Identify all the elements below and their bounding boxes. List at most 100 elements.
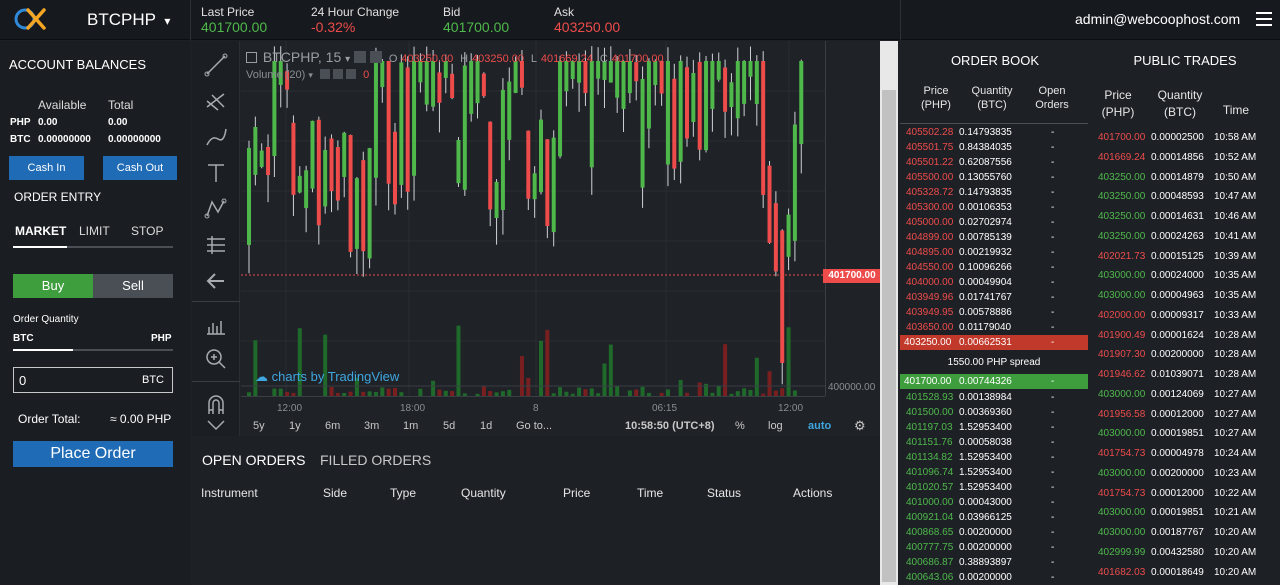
cash-in-button[interactable]: Cash In <box>9 156 84 180</box>
order-book-bid-row[interactable]: 400686.87 0.38893897 - <box>900 555 1088 570</box>
order-book-bid-row[interactable]: 401528.93 0.00138984 - <box>900 390 1088 405</box>
order-book-ask-row[interactable]: 405328.72 0.14793835 - <box>900 185 1088 200</box>
range-1y[interactable]: 1y <box>289 420 301 432</box>
public-trade-row[interactable]: 403000.00 0.00004963 10:35 AM <box>1090 288 1280 303</box>
public-trade-row[interactable]: 401754.73 0.00004978 10:24 AM <box>1090 446 1280 461</box>
tab-open-orders[interactable]: OPEN ORDERS <box>202 452 305 468</box>
public-trade-row[interactable]: 401907.30 0.00200000 10:28 AM <box>1090 347 1280 362</box>
order-book-bid-row[interactable]: 400868.65 0.00200000 - <box>900 525 1088 540</box>
volume-label[interactable]: Volume (20) <box>246 69 305 81</box>
prediction-tool-icon[interactable] <box>204 233 228 257</box>
public-trade-row[interactable]: 403000.00 0.00019851 10:21 AM <box>1090 505 1280 520</box>
order-book-bid-row[interactable]: 401500.00 0.00369360 - <box>900 405 1088 420</box>
tab-stop[interactable]: STOP <box>131 224 163 238</box>
order-book-ask-row[interactable]: 404895.00 0.00219932 - <box>900 245 1088 260</box>
order-book-bid-row[interactable]: 401096.74 1.52953400 - <box>900 465 1088 480</box>
auto-scale-toggle[interactable]: auto <box>808 420 831 432</box>
range-3m[interactable]: 3m <box>364 420 379 432</box>
order-book-ask-row[interactable]: 404000.00 0.00049904 - <box>900 275 1088 290</box>
public-trade-row[interactable]: 403250.00 0.00048593 10:47 AM <box>1090 189 1280 204</box>
public-trade-row[interactable]: 401700.00 0.00002500 10:58 AM <box>1090 130 1280 145</box>
order-book-best-ask-row[interactable]: 403250.00 0.00662531 - <box>900 335 1088 350</box>
public-trade-row[interactable]: 402000.00 0.00009317 10:33 AM <box>1090 308 1280 323</box>
order-book-bid-row[interactable]: 401134.82 1.52953400 - <box>900 450 1088 465</box>
settings-box-icon[interactable] <box>319 69 330 79</box>
measure-icon[interactable] <box>204 313 228 337</box>
order-book-ask-row[interactable]: 403949.95 0.00578886 - <box>900 305 1088 320</box>
tab-limit[interactable]: LIMIT <box>79 224 110 238</box>
order-book-ask-row[interactable]: 405000.00 0.02702974 - <box>900 215 1088 230</box>
order-book-ask-row[interactable]: 405500.00 0.13055760 - <box>900 170 1088 185</box>
order-quantity-input[interactable]: 0 BTC <box>13 367 173 393</box>
order-book-bid-row[interactable]: 401151.76 0.00058038 - <box>900 435 1088 450</box>
zoom-in-icon[interactable] <box>204 347 228 371</box>
order-book-best-bid-row[interactable]: 401700.00 0.00744326 - <box>900 374 1088 389</box>
text-tool-icon[interactable] <box>204 161 228 185</box>
eye-box-icon[interactable] <box>333 69 344 79</box>
tradingview-watermark[interactable]: ☁ charts by TradingView <box>255 369 399 385</box>
chart-symbol-icon[interactable] <box>246 52 257 63</box>
price-scale[interactable]: 401700.00 400000.00 <box>823 41 881 396</box>
public-trade-row[interactable]: 403000.00 0.00187767 10:20 AM <box>1090 525 1280 540</box>
order-book-ask-row[interactable]: 403949.96 0.01741767 - <box>900 290 1088 305</box>
range-1d[interactable]: 1d <box>480 420 492 432</box>
public-trade-row[interactable]: 402999.99 0.00432580 10:20 AM <box>1090 545 1280 560</box>
tab-filled-orders[interactable]: FILLED ORDERS <box>320 452 431 468</box>
gear-icon[interactable]: ⚙ <box>854 418 866 434</box>
place-order-button[interactable]: Place Order <box>13 441 173 467</box>
magnet-icon[interactable] <box>204 393 228 417</box>
chevron-down-icon[interactable]: ▾ <box>345 54 350 65</box>
arrow-left-icon[interactable] <box>204 269 228 293</box>
public-trade-row[interactable]: 401900.49 0.00001624 10:28 AM <box>1090 328 1280 343</box>
chart-symbol[interactable]: BTCPHP, 15 <box>263 49 341 65</box>
trend-line-icon[interactable] <box>204 53 228 77</box>
chevron-down-icon[interactable] <box>204 417 228 433</box>
order-book-ask-row[interactable]: 405300.00 0.00106353 - <box>900 200 1088 215</box>
public-trade-row[interactable]: 403250.00 0.00014879 10:50 AM <box>1090 170 1280 185</box>
candlestick-plot[interactable] <box>241 41 825 396</box>
brush-icon[interactable] <box>204 125 228 149</box>
public-trade-row[interactable]: 403250.00 0.00024263 10:41 AM <box>1090 229 1280 244</box>
range-6m[interactable]: 6m <box>325 420 340 432</box>
public-trade-row[interactable]: 401682.03 0.00018649 10:20 AM <box>1090 565 1280 580</box>
public-trade-row[interactable]: 401669.24 0.00014856 10:52 AM <box>1090 150 1280 165</box>
order-book-ask-row[interactable]: 404899.00 0.00785139 - <box>900 230 1088 245</box>
close-box-icon[interactable] <box>346 69 357 79</box>
order-book-bid-row[interactable]: 401020.57 1.52953400 - <box>900 480 1088 495</box>
fib-tool-icon[interactable] <box>204 89 228 113</box>
order-book-bid-row[interactable]: 400921.04 0.03966125 - <box>900 510 1088 525</box>
goto-date-button[interactable]: Go to... <box>516 420 552 432</box>
hamburger-menu-icon[interactable] <box>1256 12 1272 26</box>
public-trade-row[interactable]: 402021.73 0.00015125 10:39 AM <box>1090 249 1280 264</box>
order-book-ask-row[interactable]: 404550.00 0.10096266 - <box>900 260 1088 275</box>
sell-button[interactable]: Sell <box>93 274 173 298</box>
public-trade-row[interactable]: 403000.00 0.00124069 10:27 AM <box>1090 387 1280 402</box>
chevron-down-icon[interactable]: ▾ <box>308 70 313 80</box>
eye-box-icon[interactable] <box>369 51 382 63</box>
range-5d[interactable]: 5d <box>443 420 455 432</box>
public-trade-row[interactable]: 403000.00 0.00019851 10:27 AM <box>1090 426 1280 441</box>
order-book-bid-row[interactable]: 401000.00 0.00043000 - <box>900 495 1088 510</box>
order-book-ask-row[interactable]: 405502.28 0.14793835 - <box>900 125 1088 140</box>
public-trade-row[interactable]: 401956.58 0.00012000 10:27 AM <box>1090 407 1280 422</box>
order-book-ask-row[interactable]: 403650.00 0.01179040 - <box>900 320 1088 335</box>
tab-market[interactable]: MARKET <box>15 224 66 238</box>
log-scale-toggle[interactable]: log <box>768 420 783 432</box>
scrollbar-thumb[interactable] <box>882 90 896 582</box>
cash-out-button[interactable]: Cash Out <box>103 156 177 180</box>
order-book-bid-row[interactable]: 401197.03 1.52953400 - <box>900 420 1088 435</box>
time-axis[interactable]: 12:00 18:00 8 06:15 12:00 <box>241 396 825 414</box>
range-1m[interactable]: 1m <box>403 420 418 432</box>
public-trade-row[interactable]: 403250.00 0.00014631 10:46 AM <box>1090 209 1280 224</box>
order-book-bid-row[interactable]: 400643.06 0.00200000 - <box>900 570 1088 585</box>
order-book-ask-row[interactable]: 405501.75 0.84384035 - <box>900 140 1088 155</box>
public-trade-row[interactable]: 403000.00 0.00200000 10:23 AM <box>1090 466 1280 481</box>
public-trade-row[interactable]: 401946.62 0.01039071 10:28 AM <box>1090 367 1280 382</box>
public-trade-row[interactable]: 401754.73 0.00012000 10:22 AM <box>1090 486 1280 501</box>
buy-button[interactable]: Buy <box>13 274 93 298</box>
settings-box-icon[interactable] <box>354 51 367 63</box>
pair-selector[interactable]: BTCPHP ▾ <box>87 10 170 30</box>
user-account-link[interactable]: admin@webcoophost.com <box>1075 11 1240 27</box>
pattern-tool-icon[interactable] <box>204 197 228 221</box>
public-trade-row[interactable]: 403000.00 0.00024000 10:35 AM <box>1090 268 1280 283</box>
